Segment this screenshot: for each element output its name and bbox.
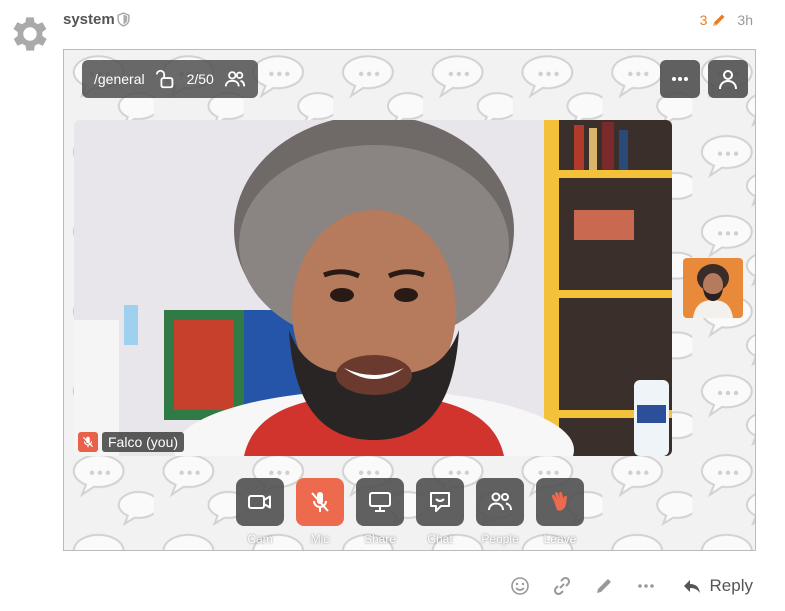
reply-label: Reply xyxy=(709,576,753,595)
self-name-label: Falco (you) xyxy=(102,432,185,452)
camera-icon xyxy=(248,495,271,509)
share-button[interactable] xyxy=(356,478,404,526)
people-button[interactable] xyxy=(476,478,524,526)
video-call-widget: /general 2/50 Falco (you) Cam Mic Share … xyxy=(63,49,756,551)
participant-image xyxy=(683,258,743,318)
cam-label: Cam xyxy=(247,532,273,546)
people-icon[interactable] xyxy=(224,68,246,90)
participant-count: 2/50 xyxy=(186,71,214,87)
webcam-image xyxy=(74,120,672,456)
mic-off-icon xyxy=(311,492,329,512)
mic-muted-badge xyxy=(78,432,98,452)
chat-icon xyxy=(430,492,450,512)
reply-button[interactable]: Reply xyxy=(682,576,753,596)
cam-control: Cam xyxy=(236,478,284,546)
mic-label: Mic xyxy=(310,532,330,546)
wave-hand-icon xyxy=(551,491,567,511)
mic-off-icon xyxy=(82,436,94,448)
participant-thumbnail[interactable] xyxy=(683,258,743,318)
share-control: Share xyxy=(356,478,404,546)
post: system 3 3h /general 2/50 Falco (you) Ca… xyxy=(0,0,785,611)
people-label: People xyxy=(481,532,519,546)
leave-label: Leave xyxy=(543,532,577,546)
room-name[interactable]: /general xyxy=(94,71,145,87)
people-control: People xyxy=(476,478,524,546)
more-dots-icon[interactable] xyxy=(636,576,656,596)
share-label: Share xyxy=(363,532,397,546)
self-name-tag: Falco (you) xyxy=(78,432,185,452)
profile-button[interactable] xyxy=(708,60,748,98)
mic-button[interactable] xyxy=(296,478,344,526)
pencil-icon[interactable] xyxy=(711,12,727,28)
post-meta: 3 3h xyxy=(700,12,753,28)
mic-control: Mic xyxy=(296,478,344,546)
reply-arrow-icon xyxy=(683,580,700,593)
cam-button[interactable] xyxy=(236,478,284,526)
post-age[interactable]: 3h xyxy=(737,12,753,28)
shield-icon xyxy=(117,12,130,27)
more-dots-icon xyxy=(672,77,688,81)
leave-button[interactable] xyxy=(536,478,584,526)
room-info: /general 2/50 xyxy=(82,60,258,98)
link-icon[interactable] xyxy=(552,576,572,596)
leave-control: Leave xyxy=(536,478,584,546)
username[interactable]: system xyxy=(63,11,115,28)
people-icon xyxy=(488,492,512,511)
pencil-icon[interactable] xyxy=(594,576,614,596)
chat-button[interactable] xyxy=(416,478,464,526)
call-controls: Cam Mic Share Chat People Leave xyxy=(236,478,584,546)
gear-icon[interactable] xyxy=(7,11,53,57)
screen-share-icon xyxy=(369,492,391,512)
more-options-button[interactable] xyxy=(660,60,700,98)
unlock-icon[interactable] xyxy=(155,68,177,90)
chat-control: Chat xyxy=(416,478,464,546)
main-video-feed[interactable]: Falco (you) xyxy=(74,120,672,456)
edit-count[interactable]: 3 xyxy=(700,12,708,28)
post-actions: Reply xyxy=(510,576,753,596)
chat-label: Chat xyxy=(427,532,453,546)
user-icon xyxy=(719,70,737,90)
emoji-icon[interactable] xyxy=(510,576,530,596)
